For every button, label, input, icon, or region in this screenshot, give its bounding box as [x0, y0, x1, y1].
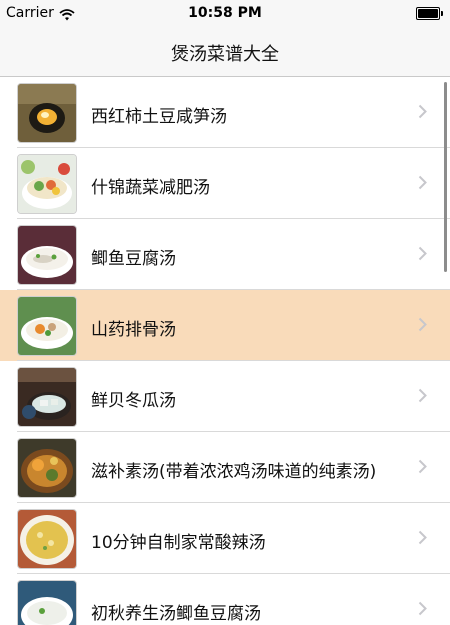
recipe-thumbnail [17, 225, 77, 285]
recipe-row[interactable]: 什锦蔬菜减肥汤 [0, 148, 450, 219]
recipe-title: 什锦蔬菜减肥汤 [91, 178, 210, 198]
status-bar: Carrier 10:58 PM [0, 0, 450, 26]
page-title: 煲汤菜谱大全 [171, 44, 279, 65]
recipe-thumbnail [17, 509, 77, 569]
chevron-right-icon [418, 601, 427, 616]
recipe-title: 初秋养生汤鲫鱼豆腐汤 [91, 604, 261, 624]
battery-icon [416, 7, 443, 20]
chevron-right-icon [418, 317, 427, 332]
recipe-thumbnail [17, 296, 77, 356]
recipe-row[interactable]: 山药排骨汤 [0, 290, 450, 361]
recipe-row[interactable]: 滋补素汤(带着浓浓鸡汤味道的纯素汤) [0, 432, 450, 503]
chevron-right-icon [418, 530, 427, 545]
recipe-title: 西红柿土豆咸笋汤 [91, 107, 227, 127]
navigation-bar: 煲汤菜谱大全 [0, 26, 450, 77]
chevron-right-icon [418, 459, 427, 474]
recipe-thumbnail [17, 154, 77, 214]
chevron-right-icon [418, 104, 427, 119]
recipe-thumbnail [17, 438, 77, 498]
recipe-list[interactable]: 西红柿土豆咸笋汤 什锦蔬菜减肥汤 鲫鱼豆腐汤 山药排骨汤 鲜贝冬瓜汤 滋补素汤(… [0, 77, 450, 625]
recipe-row[interactable]: 10分钟自制家常酸辣汤 [0, 503, 450, 574]
recipe-thumbnail [17, 83, 77, 143]
status-time: 10:58 PM [188, 5, 262, 21]
recipe-title: 滋补素汤(带着浓浓鸡汤味道的纯素汤) [91, 462, 377, 482]
chevron-right-icon [418, 246, 427, 261]
recipe-thumbnail [17, 367, 77, 427]
recipe-title: 10分钟自制家常酸辣汤 [91, 533, 266, 553]
recipe-title: 山药排骨汤 [91, 320, 176, 340]
recipe-row[interactable]: 鲜贝冬瓜汤 [0, 361, 450, 432]
scroll-indicator[interactable] [444, 82, 447, 272]
recipe-thumbnail [17, 580, 77, 625]
recipe-row[interactable]: 西红柿土豆咸笋汤 [0, 77, 450, 148]
chevron-right-icon [418, 175, 427, 190]
recipe-row[interactable]: 初秋养生汤鲫鱼豆腐汤 [0, 574, 450, 625]
chevron-right-icon [418, 388, 427, 403]
recipe-row[interactable]: 鲫鱼豆腐汤 [0, 219, 450, 290]
recipe-title: 鲫鱼豆腐汤 [91, 249, 176, 269]
recipe-title: 鲜贝冬瓜汤 [91, 391, 176, 411]
